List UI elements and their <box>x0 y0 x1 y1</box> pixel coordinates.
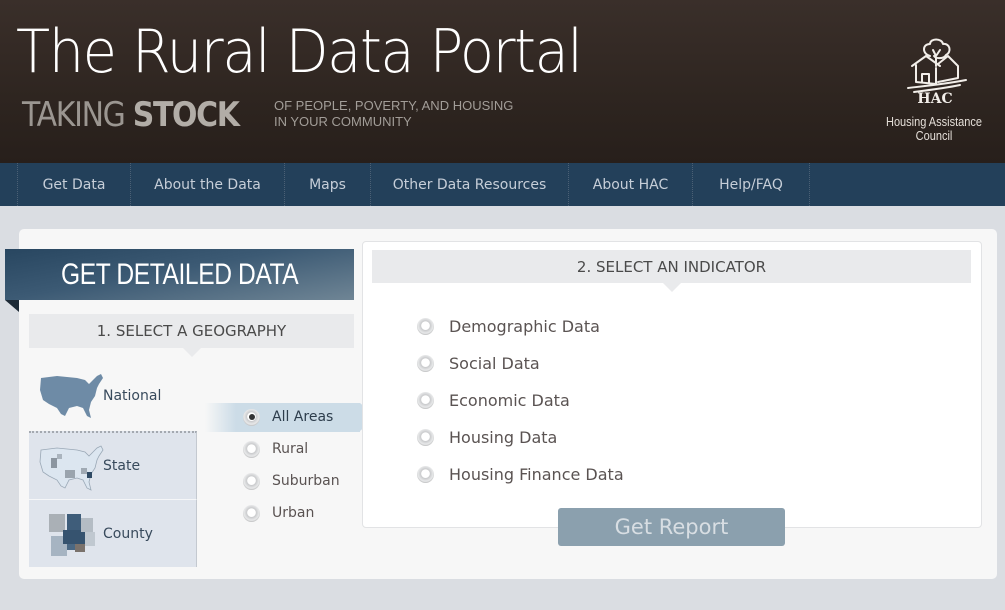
geo-option-county[interactable]: County <box>29 499 197 567</box>
geo-label-state: State <box>103 458 141 474</box>
area-label: Rural <box>272 441 309 457</box>
indicator-label: Housing Finance Data <box>449 464 624 484</box>
org-name: Housing Assistance Council <box>885 115 983 143</box>
geography-step-header: 1. SELECT A GEOGRAPHY <box>29 314 354 357</box>
area-option-urban[interactable]: Urban <box>243 501 314 525</box>
nav-other-data-resources[interactable]: Other Data Resources <box>371 163 569 206</box>
main-nav: Get Data About the Data Maps Other Data … <box>0 163 1005 206</box>
geo-label-county: County <box>103 525 153 542</box>
radio-button[interactable] <box>417 428 434 446</box>
nav-maps[interactable]: Maps <box>285 163 371 206</box>
tagline: TAKING STOCK <box>22 95 240 135</box>
indicator-option-economic[interactable]: Economic Data <box>417 387 570 413</box>
pointer-arrow <box>182 348 201 357</box>
nav-get-data[interactable]: Get Data <box>18 163 131 206</box>
area-option-rural[interactable]: Rural <box>243 437 308 461</box>
radio-button[interactable] <box>243 440 260 458</box>
get-report-button[interactable]: Get Report <box>558 508 785 546</box>
indicator-option-social[interactable]: Social Data <box>417 350 540 376</box>
geo-label-national: National <box>103 388 162 404</box>
section-title-ribbon: GET DETAILED DATA <box>5 249 354 300</box>
geo-option-national[interactable]: National <box>29 362 197 430</box>
radio-button[interactable] <box>417 354 434 372</box>
nav-help-faq[interactable]: Help/FAQ <box>693 163 810 206</box>
area-label: Urban <box>272 505 315 521</box>
indicator-option-housing[interactable]: Housing Data <box>417 424 557 450</box>
indicator-label: Demographic Data <box>449 316 600 336</box>
tagline-sub-line2: IN YOUR COMMUNITY <box>274 114 412 129</box>
tagline-sub-line1: OF PEOPLE, POVERTY, AND HOUSING <box>274 98 514 113</box>
tagline-bold: STOCK <box>132 95 240 135</box>
house-tree-logo-icon[interactable] <box>900 36 970 96</box>
radio-button[interactable] <box>417 465 434 483</box>
area-label: Suburban <box>272 473 340 489</box>
radio-button[interactable] <box>243 472 260 490</box>
radio-button[interactable] <box>417 317 434 335</box>
geography-step-label: 1. SELECT A GEOGRAPHY <box>96 322 287 340</box>
nav-about-the-data[interactable]: About the Data <box>131 163 285 206</box>
org-abbreviation: HAC <box>917 91 953 107</box>
radio-button[interactable] <box>243 408 260 426</box>
us-map-icon <box>40 374 103 418</box>
indicator-step-header: 2. SELECT AN INDICATOR <box>372 250 971 292</box>
pointer-arrow <box>662 283 681 292</box>
radio-button[interactable] <box>243 504 260 522</box>
indicator-option-housing-finance[interactable]: Housing Finance Data <box>417 461 624 487</box>
area-option-all-areas[interactable]: All Areas <box>243 405 333 429</box>
site-title[interactable]: The Rural Data Portal <box>16 12 583 92</box>
indicator-label: Social Data <box>449 353 540 373</box>
nav-divider <box>0 163 18 206</box>
states-map-icon <box>39 445 104 491</box>
ribbon-fold <box>5 300 19 312</box>
indicator-label: Housing Data <box>449 427 558 447</box>
area-option-suburban[interactable]: Suburban <box>243 469 340 493</box>
section-title: GET DETAILED DATA <box>60 257 299 291</box>
indicator-label: Economic Data <box>449 390 570 410</box>
indicator-option-demographic[interactable]: Demographic Data <box>417 313 600 339</box>
tagline-light: TAKING <box>22 95 133 135</box>
indicator-step-label: 2. SELECT AN INDICATOR <box>576 257 767 276</box>
area-label: All Areas <box>272 409 334 425</box>
tagline-sub: OF PEOPLE, POVERTY, AND HOUSING IN YOUR … <box>274 98 513 130</box>
nav-about-hac[interactable]: About HAC <box>569 163 693 206</box>
counties-map-icon <box>49 513 95 556</box>
radio-button[interactable] <box>417 391 434 409</box>
geo-option-state[interactable]: State <box>29 431 197 499</box>
site-header: The Rural Data Portal TAKING STOCK OF PE… <box>0 0 1005 163</box>
